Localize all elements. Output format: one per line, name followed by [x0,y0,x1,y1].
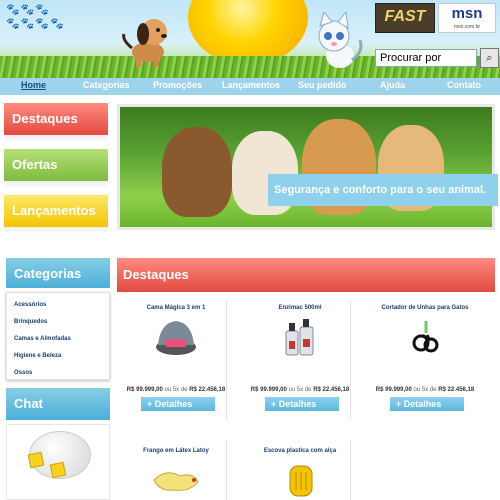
price-value: R$ 99.999,00 [250,387,287,393]
nav-item-home[interactable]: Home [21,80,46,90]
products-heading: Destaques [117,258,495,292]
nav-item-seu-pedido[interactable]: Seu pedido [298,80,347,90]
chat-widget[interactable] [6,424,110,500]
tab-fold [4,135,108,142]
msn-logo-subtext: msn.com.br [453,24,481,30]
hero-banner[interactable] [117,104,495,230]
site-header: 🐾🐾🐾 🐾🐾🐾🐾 FAST msn msn.com.br Procurar por… [0,0,500,78]
cat-mascot-icon [318,12,363,68]
msn-logo-text: msn [451,5,483,22]
nav-item-ajuda[interactable]: Ajuda [380,80,405,90]
sidebar-tab-destaques[interactable]: Destaques [4,103,108,142]
details-button[interactable]: + Detalhes [265,397,339,411]
details-button[interactable]: + Detalhes [390,397,464,411]
sidebar-tab-ofertas[interactable]: Ofertas [4,149,108,188]
banner-tagline: Segurança e conforto para o seu animal. [268,174,498,206]
category-item[interactable]: Ossos [14,370,32,376]
product-card: Enzimac 500ml R$ 99.999,00 ou 5x de R$ 2… [250,305,350,415]
nav-item-categorias[interactable]: Categorias [83,80,130,90]
divider [226,300,227,420]
product-name[interactable]: Enzimac 500ml [250,305,350,311]
price-installment: R$ 22.456,18 [313,387,350,393]
main-nav: Home Categorias Promoções Lançamentos Se… [0,78,500,95]
sticky-note-icon [27,451,45,469]
category-item[interactable]: Brinquedos [14,319,47,325]
nav-item-contato[interactable]: Contato [447,80,481,90]
details-button[interactable]: + Detalhes [141,397,215,411]
product-name[interactable]: Cama Mágica 3 em 1 [126,305,226,311]
product-price: R$ 99.999,00 ou 5x de R$ 22.456,18 [365,387,485,393]
pet-bed-icon[interactable] [154,317,198,357]
rubber-chicken-icon[interactable] [150,462,202,498]
sidebar-tab-label: Lançamentos [12,203,96,218]
product-card: Cortador de Unhas para Gatos R$ 99.999,0… [375,305,475,415]
divider [350,300,351,420]
nav-item-lancamentos[interactable]: Lançamentos [222,80,280,90]
price-connector: ou 5x de [413,387,437,393]
category-item[interactable]: Higiene e Beleza [14,353,61,359]
price-value: R$ 99.999,00 [126,387,163,393]
categories-heading: Categorias [6,258,110,288]
magnifier-icon: ⌕ [486,52,493,64]
sidebar-tab-lancamentos[interactable]: Lançamentos [4,195,108,234]
sidebar-tab-label: Destaques [12,111,78,126]
brush-icon[interactable] [286,462,316,498]
dog-mascot-icon [122,19,167,67]
tab-fold [4,181,108,188]
product-card: Frango em Látex Latoy [126,448,226,500]
divider [350,440,351,500]
spray-bottle-icon[interactable] [284,317,316,357]
product-name[interactable]: Frango em Látex Latoy [126,448,226,454]
sticky-note-icon [49,461,67,479]
category-item[interactable]: Acessórios [14,302,46,308]
price-value: R$ 99.999,00 [375,387,412,393]
search-input[interactable]: Procurar por [375,49,477,67]
price-installment: R$ 22.456,18 [189,387,226,393]
product-card: Cama Mágica 3 em 1 R$ 99.999,00 ou 5x de… [126,305,226,415]
paw-prints-logo[interactable]: 🐾🐾🐾 🐾🐾🐾🐾 [6,3,96,31]
msn-logo[interactable]: msn msn.com.br [438,3,496,33]
chat-heading: Chat [6,388,110,420]
product-price: R$ 99.999,00 ou 5x de R$ 22.456,18 [116,387,236,393]
fast-logo[interactable]: FAST [375,3,435,33]
search-button[interactable]: ⌕ [480,48,499,68]
product-price: R$ 99.999,00 ou 5x de R$ 22.456,18 [240,387,360,393]
price-connector: ou 5x de [164,387,188,393]
sidebar-tab-label: Ofertas [12,157,58,172]
product-card: Escova plastica com alça [250,448,350,500]
fast-logo-text: FAST [384,8,426,25]
price-connector: ou 5x de [288,387,312,393]
category-item[interactable]: Camas e Almofadas [14,336,71,342]
tab-fold [4,227,108,234]
divider [226,440,227,500]
product-name[interactable]: Escova plastica com alça [250,448,350,454]
puppy-image [162,127,232,217]
price-installment: R$ 22.456,18 [438,387,475,393]
nail-clipper-icon[interactable] [411,319,441,357]
product-name[interactable]: Cortador de Unhas para Gatos [375,305,475,311]
nav-item-promocoes[interactable]: Promoções [153,80,202,90]
